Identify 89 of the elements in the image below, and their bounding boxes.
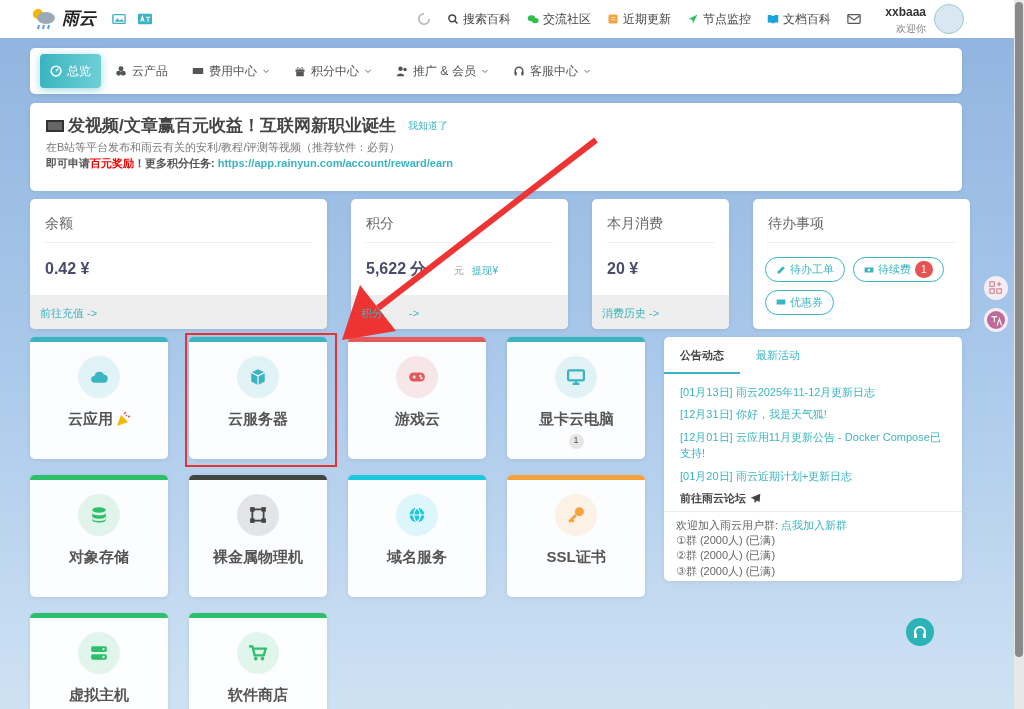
gift-icon	[294, 65, 306, 77]
film-icon	[46, 118, 64, 133]
user-greeting: 欢迎你	[896, 21, 926, 36]
product-name: 云应用	[67, 409, 113, 429]
notice-title: 发视频/文章赢百元收益！互联网新职业诞生	[68, 115, 396, 137]
stat-value: 0.42 ¥	[45, 259, 90, 279]
monitor-icon	[567, 368, 585, 386]
dashboard-icon	[50, 65, 62, 77]
chat-icon	[527, 13, 540, 25]
group-entry: ②群 (2000人) (已满)	[676, 548, 777, 564]
stat-title: 余额	[45, 199, 312, 243]
news-tab[interactable]: 公告动态	[664, 337, 740, 374]
product-tile[interactable]: 域名服务	[348, 475, 486, 597]
stat-note: 元	[454, 264, 465, 278]
users-icon	[396, 65, 408, 77]
product-name: 软件商店	[228, 685, 288, 705]
pencil-icon	[776, 264, 786, 275]
news-icon	[607, 13, 620, 25]
notice-text: 在B站等平台发布和雨云有关的安利/教程/评测等视频（推荐软件：必剪）	[46, 139, 402, 155]
headset-icon	[912, 624, 928, 640]
cubes-icon	[115, 65, 127, 77]
group-entry: ③群 (2000人) (已满)	[676, 563, 777, 579]
product-tile[interactable]: 对象存储	[30, 475, 168, 597]
product-tile[interactable]: 软件商店	[189, 613, 327, 709]
server-icon	[90, 644, 108, 662]
product-tile[interactable]: 显卡云电脑 1	[507, 337, 645, 459]
image-icon	[112, 13, 126, 25]
database-icon	[90, 506, 108, 524]
paper-plane-icon	[750, 492, 761, 504]
nav-item[interactable]: 积分中心	[284, 56, 382, 86]
product-tile[interactable]: 云服务器	[189, 337, 327, 459]
todo-button[interactable]: 待续费 1	[853, 257, 944, 282]
count-badge: 1	[568, 433, 584, 449]
translate-icon	[987, 311, 1005, 329]
group-entry: ①群 (2000人) (已满)	[676, 532, 777, 548]
nav-item[interactable]: 推广 & 会员	[386, 56, 499, 86]
product-tile[interactable]: SSL证书	[507, 475, 645, 597]
header-link[interactable]: 文档百科	[767, 10, 832, 28]
nav-item[interactable]: 云产品	[105, 56, 178, 86]
scrollbar-thumb[interactable]	[1015, 2, 1023, 657]
translate-button[interactable]	[984, 308, 1008, 332]
product-name: 游戏云	[394, 409, 440, 429]
logo-icon	[30, 6, 58, 32]
location-arrow-icon	[687, 13, 700, 25]
product-tile[interactable]: 裸金属物理机	[189, 475, 327, 597]
nav-item[interactable]: 费用中心	[182, 56, 280, 86]
product-name: 显卡云电脑	[538, 409, 614, 429]
stat-value: 20 ¥	[607, 259, 639, 279]
money-icon	[192, 65, 204, 77]
translate-icon	[138, 13, 152, 25]
loading-icon	[417, 12, 432, 26]
count-badge: 1	[915, 261, 933, 278]
product-name: 云服务器	[228, 409, 288, 429]
party-popper-icon	[114, 411, 131, 428]
product-name: 对象存储	[69, 547, 129, 567]
header-link[interactable]: 近期更新	[607, 10, 672, 28]
cart-icon	[249, 644, 267, 662]
ticket-icon	[776, 297, 786, 308]
header-link[interactable]: 搜索百科	[447, 10, 512, 28]
product-name: SSL证书	[546, 547, 606, 567]
vector-square-icon	[249, 506, 267, 524]
todo-title: 待办事项	[768, 199, 955, 243]
header-link[interactable]: 交流社区	[527, 10, 592, 28]
stat-title: 积分	[366, 199, 553, 243]
stat-title: 本月消费	[607, 199, 714, 243]
cube-icon	[249, 368, 267, 386]
nav-item[interactable]: 客服中心	[502, 56, 601, 86]
support-button[interactable]	[906, 618, 934, 646]
group-intro: 欢迎加入雨云用户群: 点我加入新群	[676, 517, 849, 533]
key-icon	[567, 506, 585, 524]
apps-icon	[989, 281, 1003, 295]
user-name: xxbaaa	[885, 3, 926, 21]
product-name: 裸金属物理机	[213, 547, 303, 567]
book-icon	[767, 13, 780, 25]
product-name: 虚拟主机	[69, 685, 129, 705]
header-link[interactable]: 节点监控	[687, 10, 752, 28]
product-name: 域名服务	[387, 547, 447, 567]
avatar[interactable]	[934, 4, 964, 34]
forum-link[interactable]: 前往雨云论坛	[680, 490, 946, 507]
notice-text: 即可申请百元奖励！更多积分任务: https://app.rainyun.com/account/reward/earn	[46, 156, 455, 171]
apps-button[interactable]	[984, 276, 1008, 300]
product-tile[interactable]: 虚拟主机	[30, 613, 168, 709]
search-icon	[447, 13, 460, 25]
mail-icon	[847, 13, 862, 25]
globe-icon	[408, 506, 426, 524]
product-tile[interactable]: 云应用	[30, 337, 168, 459]
headset-icon	[512, 65, 525, 77]
product-tile[interactable]: 游戏云	[348, 337, 486, 459]
brand-name: 雨云	[62, 8, 96, 31]
